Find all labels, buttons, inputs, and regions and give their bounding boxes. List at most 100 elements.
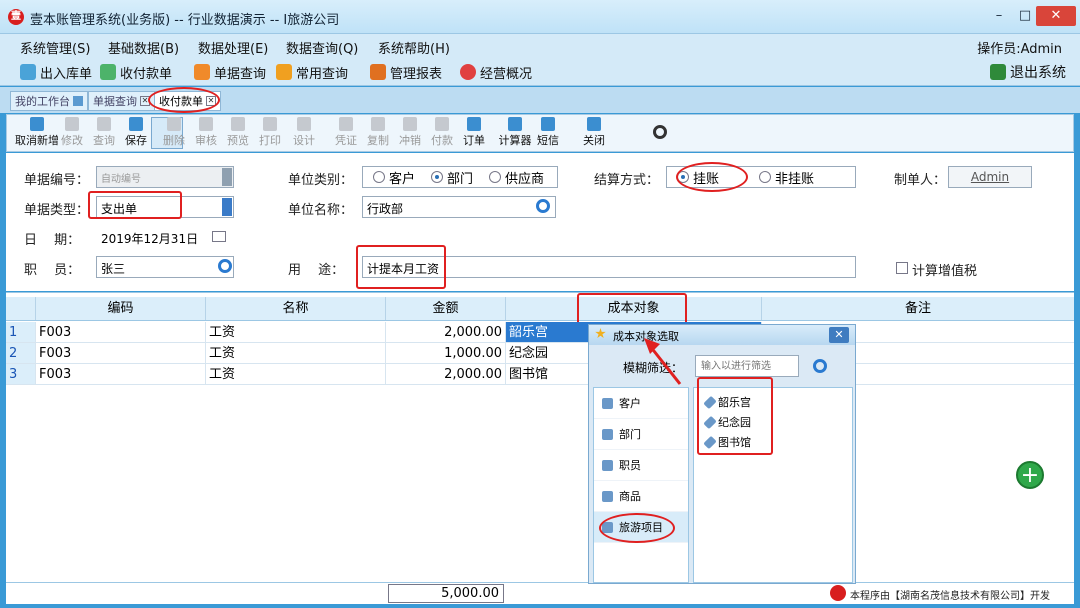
staff-field[interactable]: 张三 [96,256,234,278]
table-cell[interactable]: 工资 [206,364,386,384]
radio-customer[interactable]: 客户 [373,168,415,187]
report-icon [370,64,386,80]
quick-common-query[interactable]: 常用查询 [276,62,348,82]
toolbar-button[interactable]: 短信 [531,117,565,149]
minimize-button[interactable]: – [986,6,1012,26]
toolbar-button[interactable]: 付款 [425,117,459,149]
col-header-amount[interactable]: 金额 [386,297,506,320]
toolbar-icon [97,117,111,131]
maximize-button[interactable]: □ [1012,6,1038,26]
quick-stock-doc[interactable]: 出入库单 [20,62,92,82]
menu-system[interactable]: 系统管理(S) [20,38,90,57]
category-icon [602,428,613,440]
category-item[interactable]: 客户 [594,388,688,419]
exit-icon [990,64,1006,80]
toolbar-button[interactable]: 修改 [55,117,89,149]
toolbar-button[interactable]: 订单 [457,117,491,149]
toolbar-button[interactable]: 打印 [253,117,287,149]
toolbar-icon [297,117,311,131]
table-cell[interactable]: 2 [6,343,36,363]
quick-payment-doc[interactable]: 收付款单 [100,62,172,82]
grid-body: 1 F003 工资 2,000.00 韶乐宫 2 F003 工资 1,000.00 纪念园 3 F00… [6,322,1074,385]
toolbar-button[interactable]: 保存 [119,117,153,149]
highlight-purpose [356,245,446,289]
col-header-name[interactable]: 名称 [206,297,386,320]
toolbar-button[interactable]: 凭证 [329,117,363,149]
picker-close-button[interactable]: ✕ [829,327,849,343]
col-header-code[interactable]: 编码 [36,297,206,320]
toolbar-button[interactable]: 删除 [157,117,191,149]
table-row[interactable]: 1 F003 工资 2,000.00 韶乐宫 [6,322,1074,343]
table-row[interactable]: 2 F003 工资 1,000.00 纪念园 [6,343,1074,364]
gear-icon[interactable] [653,125,667,139]
menu-help[interactable]: 系统帮助(H) [378,38,450,57]
toolbar-button[interactable]: 审核 [189,117,223,149]
category-item[interactable]: 部门 [594,419,688,450]
toolbar-icon [435,117,449,131]
doc-no-field[interactable]: 自动编号 [96,166,234,188]
table-cell[interactable]: F003 [36,364,206,384]
col-header-remark[interactable]: 备注 [762,297,1074,320]
vat-checkbox[interactable] [896,262,908,274]
operator-label: 操作员:Admin [977,42,1062,57]
unit-type-label: 单位类别： [288,173,354,188]
toolbar-button[interactable]: 关闭 [577,117,611,149]
table-cell[interactable]: 2,000.00 [386,322,506,342]
maker-field: Admin [948,166,1032,188]
table-row[interactable]: 3 F003 工资 2,000.00 图书馆 [6,364,1074,385]
settle-label: 结算方式： [594,173,660,188]
category-item[interactable]: 职员 [594,450,688,481]
toolbar-button[interactable]: 设计 [287,117,321,149]
toolbar-icon [231,117,245,131]
radio-supplier[interactable]: 供应商 [489,168,544,187]
toolbar-button[interactable]: 取消新增 [15,117,59,149]
picker-header: 成本对象选取 ✕ [589,325,855,345]
toolbar-button[interactable]: 冲销 [393,117,427,149]
table-cell[interactable]: F003 [36,343,206,363]
tab-workbench[interactable]: 我的工作台 [10,91,88,111]
table-cell[interactable]: F003 [36,322,206,342]
toolbar-button[interactable]: 预览 [221,117,255,149]
radio-department[interactable]: 部门 [431,168,473,187]
toolbar-button[interactable]: 计算器 [495,117,535,149]
radio-not-on-account[interactable]: 非挂账 [759,168,814,187]
unit-name-field[interactable]: 行政部 [362,196,556,218]
toolbar-icon [129,117,143,131]
close-window-button[interactable]: ✕ [1036,6,1076,26]
toolbar-button[interactable]: 复制 [361,117,395,149]
filter-input[interactable] [695,355,799,377]
unit-type-radio-group: 客户 部门 供应商 [362,166,558,188]
calendar-icon[interactable] [212,231,226,242]
toolbar-button[interactable]: 查询 [87,117,121,149]
category-item[interactable]: 商品 [594,481,688,512]
toolbar-icon [65,117,79,131]
quick-mgmt-report[interactable]: 管理报表 [370,62,442,82]
table-cell[interactable]: 2,000.00 [386,364,506,384]
quick-business-overview[interactable]: 经营概况 [460,62,532,82]
overview-icon [460,64,476,80]
company-logo-icon [830,585,846,601]
category-icon [602,397,613,409]
exit-system-button[interactable]: 退出系统 [990,62,1066,82]
menu-basic-data[interactable]: 基础数据(B) [108,38,179,57]
tab-doc-query[interactable]: 单据查询 ✕ [88,91,155,111]
table-cell[interactable]: 3 [6,364,36,384]
grid-header: 编码 名称 金额 成本对象 备注 [6,297,1074,321]
highlight-items [697,377,773,455]
document-header-form: 单据编号： 自动编号 单据类型： 支出单 日 期： 2019年12月31日 职 … [6,153,1074,291]
refresh-icon[interactable] [813,359,827,373]
title-bar: 壹 壹本账管理系统(业务版) -- 行业数据演示 -- I旅游公司 – □ ✕ [0,0,1080,34]
menu-data-process[interactable]: 数据处理(E) [198,38,268,57]
menu-data-query[interactable]: 数据查询(Q) [286,38,358,57]
highlight-settle [676,162,748,192]
table-cell[interactable]: 工资 [206,322,386,342]
add-row-button[interactable]: + [1016,461,1044,489]
quick-doc-query[interactable]: 单据查询 [194,62,266,82]
refresh-icon[interactable] [536,199,550,213]
table-cell[interactable]: 工资 [206,343,386,363]
toolbar-icon [403,117,417,131]
chevron-down-icon[interactable] [222,198,232,216]
table-cell[interactable]: 1,000.00 [386,343,506,363]
table-cell[interactable]: 1 [6,322,36,342]
refresh-icon[interactable] [218,259,232,273]
